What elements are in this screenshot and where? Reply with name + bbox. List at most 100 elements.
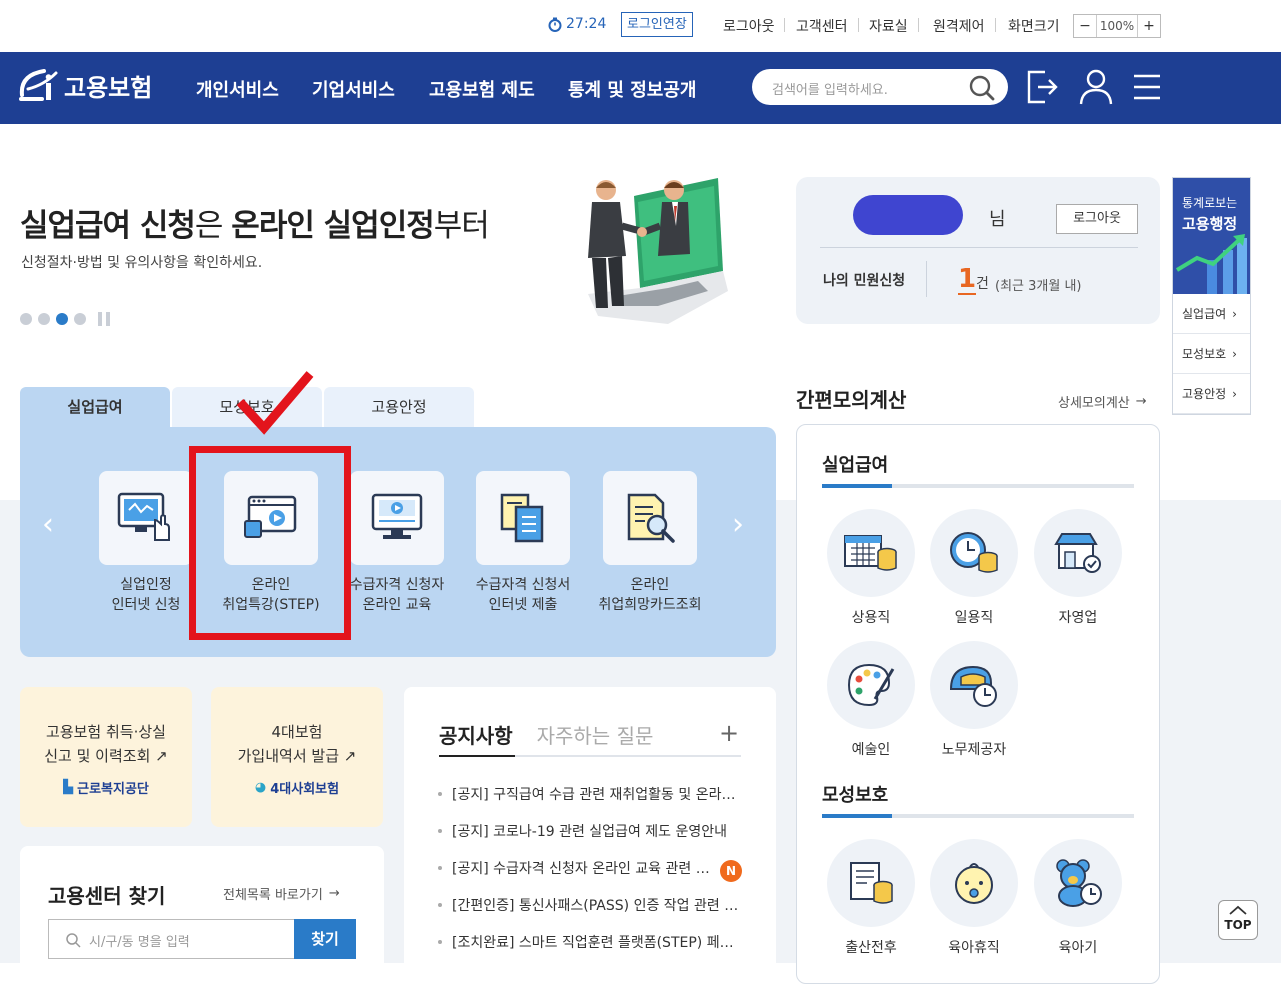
detailed-calc-link[interactable]: 상세모의계산 →: [1058, 392, 1147, 411]
service-application-submission[interactable]: 수급자격 신청서인터넷 제출: [459, 471, 587, 615]
service-label-line1: 수급자격 신청자: [349, 577, 445, 593]
stats-banner[interactable]: 통계로보는 고용행정: [1173, 178, 1250, 294]
hero-title[interactable]: 실업급여 신청은 온라인 실업인정부터: [20, 200, 490, 245]
screen-size-label: 화면크기: [1008, 19, 1060, 35]
logo-mark-icon: [19, 69, 58, 101]
calc-item-daily[interactable]: 일용직: [930, 509, 1018, 627]
quick-card-line2: 신고 및 이력조회: [44, 747, 151, 765]
notice-item[interactable]: [간편인증] 통신사패스(PASS) 인증 작업 관련 안내: [452, 895, 742, 915]
carousel-dot[interactable]: [38, 313, 50, 325]
arrow-right-icon: →: [1135, 394, 1147, 409]
calc-item-parental-leave[interactable]: 육아휴직: [930, 839, 1018, 957]
search-box[interactable]: 검색어를 입력하세요.: [752, 69, 1008, 105]
service-label-line1: 온라인: [630, 577, 670, 593]
pause-icon[interactable]: [98, 312, 110, 326]
top-label: TOP: [1224, 918, 1252, 932]
hamburger-menu-icon[interactable]: [1133, 74, 1161, 100]
extend-login-button[interactable]: 로그인연장: [621, 12, 693, 37]
menu-insurance-system[interactable]: 고용보험 제도: [429, 76, 535, 102]
bullet: [438, 792, 442, 796]
service-job-hope-card-inquiry[interactable]: 온라인 취업희망카드조회: [586, 471, 714, 615]
org-name: 4대사회보험: [270, 782, 340, 797]
side-link-unemployment[interactable]: 실업급여 ›: [1173, 294, 1250, 334]
calc-category-title: 실업급여: [822, 455, 889, 476]
menu-statistics-info[interactable]: 통계 및 정보공개: [568, 76, 696, 102]
divider: [995, 18, 996, 32]
notice-item[interactable]: [조치완료] 스마트 직업훈련 플랫폼(STEP) 페이지 접속 장애: [452, 932, 742, 952]
carousel-dot[interactable]: [74, 313, 86, 325]
service-label-line1: 수급자격 신청서: [475, 577, 571, 593]
chevron-right-icon: ›: [1232, 306, 1237, 321]
requests-count[interactable]: 1: [958, 265, 977, 295]
calc-item-childcare-period[interactable]: 육아기: [1034, 839, 1122, 957]
more-plus-button[interactable]: +: [719, 719, 739, 747]
logout-icon[interactable]: [1025, 68, 1059, 106]
prev-arrow-icon[interactable]: ‹: [42, 507, 54, 542]
zoom-value: 100%: [1096, 15, 1138, 37]
bullet: [438, 903, 442, 907]
handshake-laptop-illustration: [588, 178, 728, 324]
side-link-employment-stability[interactable]: 고용안정 ›: [1173, 374, 1250, 414]
divider: [926, 261, 927, 297]
tab-employment-stability[interactable]: 고용안정: [324, 387, 474, 427]
new-badge: N: [720, 860, 742, 882]
service-icon-box: [476, 471, 570, 565]
search-icon[interactable]: [968, 74, 996, 102]
service-label-line2: 인터넷 제출: [488, 597, 558, 613]
user-icon[interactable]: [1078, 68, 1114, 106]
customer-center-link[interactable]: 고객센터: [796, 16, 848, 36]
user-logout-button[interactable]: 로그아웃: [1056, 204, 1138, 234]
chevron-right-icon: ›: [1232, 386, 1237, 401]
side-link-label: 고용안정: [1182, 387, 1227, 401]
kcomwel-logo-icon: ▙: [63, 780, 74, 795]
scroll-top-button[interactable]: TOP: [1218, 900, 1258, 940]
menu-personal-services[interactable]: 개인서비스: [196, 76, 279, 102]
quick-card-enrollment-certificate[interactable]: 4대보험 가입내역서 발급 ↗ ◕ 4대사회보험: [211, 687, 383, 827]
find-button[interactable]: 찾기: [294, 919, 356, 959]
hero-title-part: 은: [194, 208, 232, 244]
site-logo[interactable]: 고용보험: [18, 65, 152, 105]
tab-faq[interactable]: 자주하는 질문: [537, 720, 654, 749]
utility-bar: 27:24 로그인연장 로그아웃 고객센터 자료실 원격제어 화면크기 − 10…: [0, 0, 1281, 52]
tab-notices[interactable]: 공지사항: [439, 720, 513, 749]
carousel-dot-active[interactable]: [56, 313, 68, 325]
quick-card-insurance-history[interactable]: 고용보험 취득·상실 신고 및 이력조회 ↗ ▙ 근로복지공단: [20, 687, 192, 827]
search-icon: [66, 933, 81, 948]
calc-item-self-employed[interactable]: 자영업: [1034, 509, 1122, 627]
my-requests-label: 나의 민원신청: [823, 273, 906, 289]
logout-link[interactable]: 로그아웃: [723, 16, 775, 36]
storefront-icon: [1054, 533, 1101, 573]
category-underline: [822, 484, 1134, 488]
calc-item-label: 상용직: [851, 610, 891, 626]
calc-item-labor-provider[interactable]: 노무제공자: [930, 641, 1018, 759]
side-link-maternity[interactable]: 모성보호 ›: [1173, 334, 1250, 374]
chevron-right-icon: ›: [1232, 346, 1237, 361]
tab-unemployment[interactable]: 실업급여: [20, 387, 170, 427]
notice-item[interactable]: [공지] 코로나-19 관련 실업급여 제도 운영안내: [452, 821, 742, 841]
next-arrow-icon[interactable]: ›: [732, 507, 744, 542]
service-icon-box: [603, 471, 697, 565]
notice-item[interactable]: [공지] 수급자격 신청자 온라인 교육 관련 안내: [452, 858, 712, 878]
timer-value: 27:24: [566, 16, 607, 32]
carousel-dot[interactable]: [20, 313, 32, 325]
highlight-box-annotation: [189, 446, 351, 640]
calc-item-regular[interactable]: 상용직: [827, 509, 915, 627]
calc-item-childbirth[interactable]: 출산전후: [827, 839, 915, 957]
side-link-label: 모성보호: [1182, 347, 1227, 361]
notice-item[interactable]: [공지] 구직급여 수급 관련 재취업활동 및 온라인 실업인정 안내: [452, 784, 742, 804]
calc-item-label: 육아기: [1058, 940, 1098, 956]
zoom-in-button[interactable]: +: [1138, 15, 1160, 37]
hero-subtitle: 신청절차·방법 및 유의사항을 확인하세요.: [21, 255, 263, 271]
calc-item-artist[interactable]: 예술인: [827, 641, 915, 759]
search-input[interactable]: 검색어를 입력하세요.: [772, 79, 888, 98]
service-online-education[interactable]: 수급자격 신청자 온라인 교육: [333, 471, 461, 615]
remote-support-link[interactable]: 원격제어: [933, 16, 985, 36]
archive-link[interactable]: 자료실: [869, 16, 908, 36]
region-search-input[interactable]: 시/구/동 명을 입력: [48, 919, 296, 959]
requests-note: (최근 3개월 내): [995, 279, 1082, 294]
user-card: 님 로그아웃 나의 민원신청 1 건 (최근 3개월 내): [796, 177, 1160, 324]
zoom-out-button[interactable]: −: [1074, 15, 1096, 37]
service-icon-box: [99, 471, 193, 565]
full-list-link[interactable]: 전체목록 바로가기 →: [223, 884, 340, 903]
menu-business-services[interactable]: 기업서비스: [312, 76, 395, 102]
